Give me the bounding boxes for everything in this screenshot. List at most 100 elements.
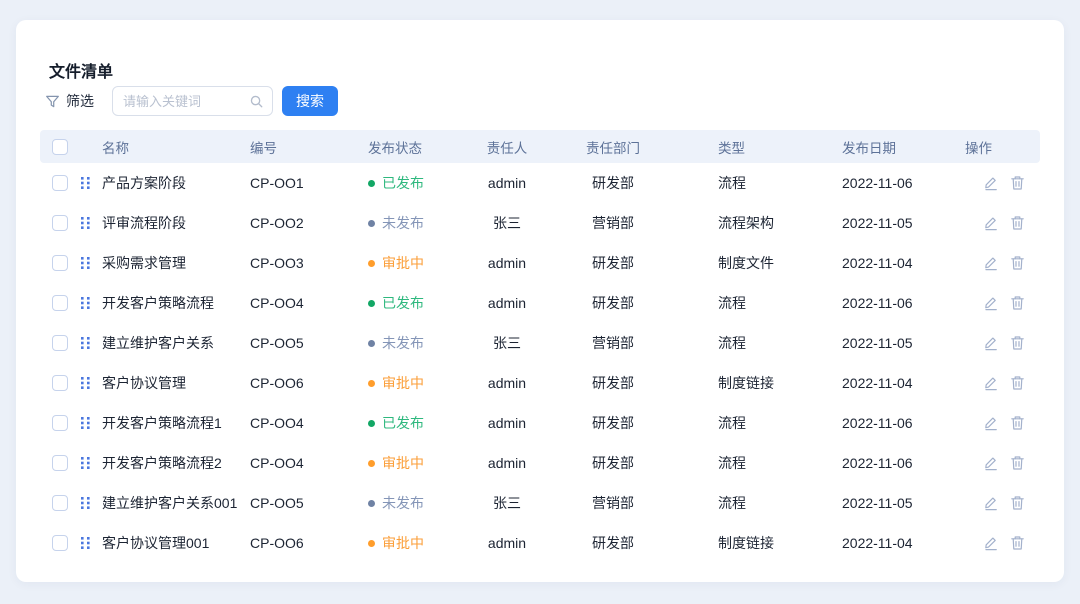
column-header-owner: 责任人 (463, 137, 551, 157)
doc-owner: admin (463, 415, 551, 431)
doc-date: 2022-11-06 (800, 295, 935, 311)
doc-type: 制度链接 (675, 533, 800, 553)
edit-icon[interactable] (983, 375, 999, 391)
doc-department: 研发部 (551, 173, 675, 193)
drag-handle-icon[interactable] (80, 336, 91, 350)
doc-name: 采购需求管理 (102, 253, 250, 273)
doc-date: 2022-11-06 (800, 175, 935, 191)
doc-type: 流程架构 (675, 213, 800, 233)
filter-label: 筛选 (66, 91, 94, 111)
doc-type: 流程 (675, 173, 800, 193)
drag-handle-icon[interactable] (80, 456, 91, 470)
column-header-code: 编号 (250, 137, 368, 157)
table-header-row: 名称 编号 发布状态 责任人 责任部门 类型 发布日期 操作 (40, 130, 1040, 163)
row-checkbox[interactable] (52, 255, 68, 271)
edit-icon[interactable] (983, 495, 999, 511)
trash-icon[interactable] (1010, 415, 1025, 431)
doc-type: 流程 (675, 333, 800, 353)
trash-icon[interactable] (1010, 255, 1025, 271)
toolbar: 筛选 搜索 (16, 86, 1064, 116)
doc-owner: admin (463, 175, 551, 191)
filter-button[interactable]: 筛选 (45, 86, 94, 116)
drag-handle-icon[interactable] (80, 416, 91, 430)
status-label: 审批中 (382, 373, 424, 393)
trash-icon[interactable] (1010, 495, 1025, 511)
drag-handle-icon[interactable] (80, 256, 91, 270)
status-badge: 审批中 (368, 533, 463, 553)
edit-icon[interactable] (983, 455, 999, 471)
status-dot-icon (368, 460, 375, 467)
status-badge: 未发布 (368, 493, 463, 513)
magnifier-icon[interactable] (249, 94, 264, 109)
edit-icon[interactable] (983, 535, 999, 551)
edit-icon[interactable] (983, 295, 999, 311)
search-input[interactable] (123, 94, 249, 109)
drag-handle-icon[interactable] (80, 296, 91, 310)
doc-name: 评审流程阶段 (102, 213, 250, 233)
row-checkbox[interactable] (52, 415, 68, 431)
drag-handle-icon[interactable] (80, 176, 91, 190)
row-checkbox[interactable] (52, 455, 68, 471)
status-dot-icon (368, 180, 375, 187)
doc-code: CP-OO6 (250, 535, 368, 551)
drag-handle-icon[interactable] (80, 496, 91, 510)
status-dot-icon (368, 220, 375, 227)
table-row: 产品方案阶段 CP-OO1 已发布 admin 研发部 流程 2022-11-0… (40, 163, 1040, 203)
doc-name: 客户协议管理 (102, 373, 250, 393)
row-checkbox[interactable] (52, 375, 68, 391)
column-header-actions: 操作 (935, 137, 1040, 157)
doc-code: CP-OO4 (250, 415, 368, 431)
doc-name: 开发客户策略流程1 (102, 413, 250, 433)
file-list-card: 文件清单 筛选 搜索 名称 编号 发布状态 (16, 20, 1064, 582)
row-checkbox[interactable] (52, 495, 68, 511)
status-badge: 审批中 (368, 253, 463, 273)
row-checkbox[interactable] (52, 175, 68, 191)
status-badge: 已发布 (368, 173, 463, 193)
doc-department: 研发部 (551, 253, 675, 273)
doc-department: 营销部 (551, 333, 675, 353)
doc-code: CP-OO1 (250, 175, 368, 191)
trash-icon[interactable] (1010, 455, 1025, 471)
row-checkbox[interactable] (52, 535, 68, 551)
drag-handle-icon[interactable] (80, 376, 91, 390)
trash-icon[interactable] (1010, 335, 1025, 351)
page-title: 文件清单 (49, 58, 113, 82)
row-checkbox[interactable] (52, 295, 68, 311)
trash-icon[interactable] (1010, 215, 1025, 231)
table-row: 建立维护客户关系001 CP-OO5 未发布 张三 营销部 流程 2022-11… (40, 483, 1040, 523)
doc-type: 制度文件 (675, 253, 800, 273)
row-checkbox[interactable] (52, 335, 68, 351)
doc-type: 流程 (675, 413, 800, 433)
drag-handle-icon[interactable] (80, 536, 91, 550)
doc-department: 研发部 (551, 453, 675, 473)
doc-code: CP-OO4 (250, 295, 368, 311)
doc-code: CP-OO4 (250, 455, 368, 471)
edit-icon[interactable] (983, 335, 999, 351)
edit-icon[interactable] (983, 175, 999, 191)
trash-icon[interactable] (1010, 375, 1025, 391)
trash-icon[interactable] (1010, 175, 1025, 191)
search-button[interactable]: 搜索 (282, 86, 338, 116)
funnel-icon (45, 94, 60, 109)
status-label: 未发布 (382, 493, 424, 513)
doc-date: 2022-11-04 (800, 535, 935, 551)
drag-handle-icon[interactable] (80, 216, 91, 230)
status-badge: 未发布 (368, 333, 463, 353)
status-label: 未发布 (382, 213, 424, 233)
doc-date: 2022-11-05 (800, 215, 935, 231)
status-badge: 已发布 (368, 413, 463, 433)
edit-icon[interactable] (983, 215, 999, 231)
status-dot-icon (368, 540, 375, 547)
trash-icon[interactable] (1010, 535, 1025, 551)
trash-icon[interactable] (1010, 295, 1025, 311)
doc-owner: admin (463, 255, 551, 271)
edit-icon[interactable] (983, 415, 999, 431)
doc-date: 2022-11-04 (800, 255, 935, 271)
status-dot-icon (368, 340, 375, 347)
doc-type: 流程 (675, 453, 800, 473)
edit-icon[interactable] (983, 255, 999, 271)
table-row: 开发客户策略流程1 CP-OO4 已发布 admin 研发部 流程 2022-1… (40, 403, 1040, 443)
doc-owner: admin (463, 375, 551, 391)
row-checkbox[interactable] (52, 215, 68, 231)
select-all-checkbox[interactable] (52, 139, 68, 155)
